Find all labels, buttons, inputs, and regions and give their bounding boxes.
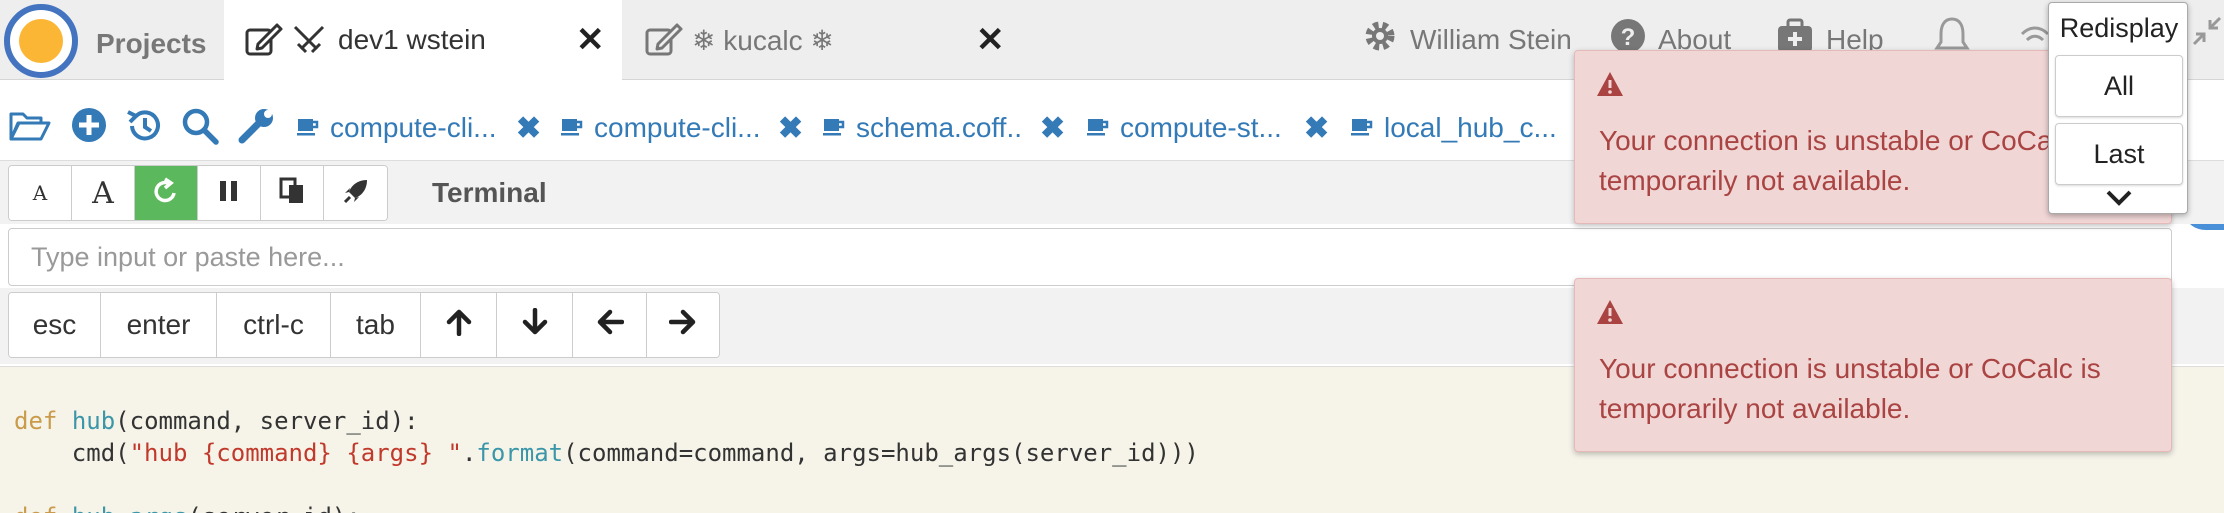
close-icon[interactable]: ✕ — [976, 20, 1005, 60]
wrench-icon[interactable] — [236, 106, 276, 151]
code-text: cmd( — [14, 439, 130, 467]
file-tab[interactable]: local_hub_c... — [1350, 108, 1590, 148]
history-icon[interactable] — [124, 106, 164, 151]
coffee-icon — [560, 112, 584, 144]
file-tab[interactable]: compute-cli... ✖ — [296, 108, 542, 148]
close-icon[interactable]: ✕ — [576, 20, 605, 60]
pause-button[interactable] — [198, 166, 261, 220]
edit-icon — [244, 22, 284, 65]
terminal-line: def hub(command, server_id): — [14, 407, 419, 435]
code-function: hub_args — [72, 503, 188, 513]
font-small-label: A — [32, 181, 48, 205]
code-text: (server_id): — [187, 503, 360, 513]
file-tab-label: compute-cli... — [330, 112, 497, 143]
code-keyword: def — [14, 503, 57, 513]
code-function: format — [476, 439, 564, 467]
redisplay-title: Redisplay — [2059, 13, 2179, 43]
notification-message: Your connection is unstable or CoCalc is… — [1599, 353, 2101, 424]
redisplay-last-button[interactable]: Last — [2055, 123, 2183, 185]
coffee-icon — [296, 112, 320, 144]
file-tab[interactable]: compute-cli... ✖ — [560, 108, 806, 148]
coffee-icon — [1086, 112, 1110, 144]
project-tab-label: dev1 wstein — [338, 24, 486, 55]
code-string: "hub {command} {args} " — [129, 439, 462, 467]
code-text: (command=command, args=hub_args(server_i… — [563, 439, 1199, 467]
project-tab-kucalc[interactable]: ❄ kucalc ❄ ✕ — [624, 0, 1022, 80]
arrow-down-icon — [522, 307, 548, 343]
code-text: . — [461, 439, 477, 467]
last-label: Last — [2093, 138, 2145, 169]
coffee-icon — [822, 112, 846, 144]
file-tab-label: local_hub_c... — [1384, 112, 1557, 143]
arrow-right-icon — [668, 309, 697, 342]
increase-font-button[interactable]: A — [72, 166, 135, 220]
refresh-icon — [152, 177, 180, 209]
swords-icon — [292, 24, 326, 65]
cocalc-logo[interactable] — [4, 4, 78, 78]
arrow-left-button[interactable] — [573, 293, 647, 357]
edit-icon — [644, 22, 684, 65]
esc-button[interactable]: esc — [9, 293, 101, 357]
tab-button[interactable]: tab — [331, 293, 421, 357]
file-tab-label: schema.coff.. — [856, 112, 1023, 143]
boot-button[interactable] — [324, 166, 387, 220]
font-large-label: A — [92, 175, 114, 211]
close-icon[interactable]: ✖ — [1304, 111, 1329, 146]
cocalc-window: Projects dev1 wstein ✕ ❄ kucalc ❄ ✕ Will… — [0, 0, 2224, 513]
terminal-line: def hub_args(server_id): — [14, 503, 361, 513]
esc-label: esc — [32, 309, 77, 340]
project-tab-dev1[interactable]: dev1 wstein ✕ — [224, 0, 622, 80]
connection-warning-notification[interactable]: Your connection is unstable or CoCalc is… — [1574, 278, 2172, 452]
warning-icon — [1595, 297, 1625, 337]
close-icon[interactable]: ✖ — [516, 111, 541, 146]
key-button-group: esc enter ctrl-c tab — [8, 292, 720, 358]
arrow-up-icon — [446, 308, 472, 343]
all-label: All — [2103, 70, 2134, 101]
enter-button[interactable]: enter — [101, 293, 217, 357]
search-icon[interactable] — [180, 106, 220, 151]
enter-label: enter — [126, 309, 191, 340]
terminal-line: cmd("hub {command} {args} ".format(comma… — [14, 439, 1199, 467]
redisplay-panel: Redisplay All Last — [2048, 2, 2188, 214]
file-tab-label: compute-cli... — [594, 112, 761, 143]
copy-button[interactable] — [261, 166, 324, 220]
tab-label: tab — [356, 309, 395, 340]
file-tab[interactable]: schema.coff.. ✖ — [822, 108, 1068, 148]
file-tab-label: compute-st... — [1120, 112, 1282, 143]
close-icon[interactable]: ✖ — [778, 111, 803, 146]
warning-icon — [1595, 69, 1625, 109]
rocket-icon — [342, 177, 370, 209]
close-icon[interactable]: ✖ — [1040, 111, 1065, 146]
copy-icon — [279, 177, 305, 209]
plus-circle-icon[interactable] — [70, 106, 108, 149]
file-tab[interactable]: compute-st... ✖ — [1086, 108, 1332, 148]
arrow-up-button[interactable] — [421, 293, 497, 357]
gear-icon — [1362, 18, 1398, 61]
project-tab-label: ❄ kucalc ❄ — [692, 25, 834, 56]
projects-button[interactable]: Projects — [96, 28, 207, 60]
pause-icon — [218, 179, 240, 207]
account-button[interactable]: William Stein — [1362, 18, 1572, 61]
chevron-down-icon[interactable] — [2105, 189, 2133, 212]
terminal-button-group: A A — [8, 165, 388, 221]
user-name: William Stein — [1410, 23, 1572, 55]
svg-text:?: ? — [1621, 24, 1636, 51]
coffee-icon — [1350, 112, 1374, 144]
ctrl-c-button[interactable]: ctrl-c — [217, 293, 331, 357]
folder-open-icon[interactable] — [8, 106, 52, 151]
terminal-title: Terminal — [432, 177, 547, 208]
ctrl-c-label: ctrl-c — [243, 309, 304, 340]
arrow-left-icon — [596, 309, 624, 342]
code-function: hub — [71, 407, 116, 435]
arrow-down-button[interactable] — [497, 293, 573, 357]
code-keyword: def — [14, 407, 58, 435]
code-text: (command, server_id): — [115, 407, 419, 435]
compress-icon[interactable] — [2192, 16, 2222, 51]
refresh-button[interactable] — [135, 166, 198, 220]
decrease-font-button[interactable]: A — [9, 166, 72, 220]
arrow-right-button[interactable] — [647, 293, 719, 357]
redisplay-all-button[interactable]: All — [2055, 55, 2183, 117]
